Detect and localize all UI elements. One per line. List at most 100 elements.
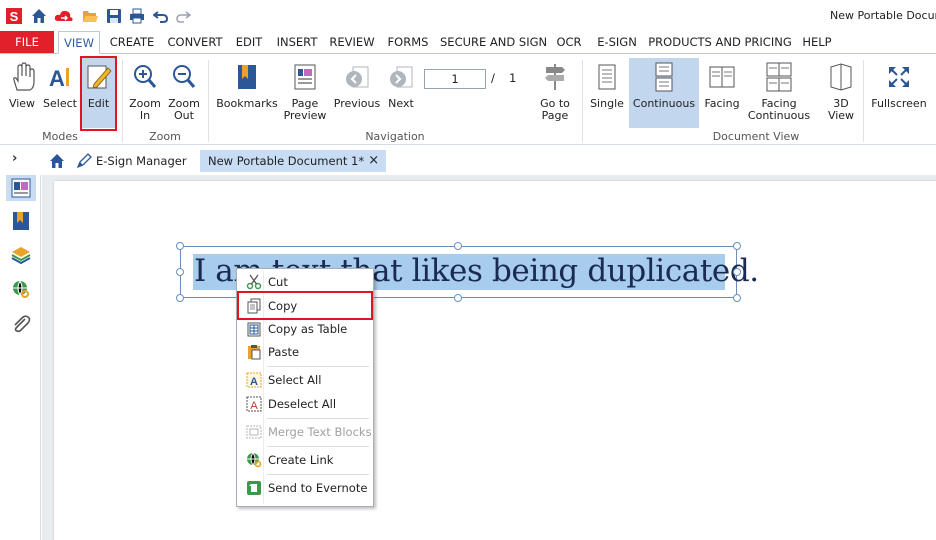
resize-handle[interactable] bbox=[733, 242, 741, 250]
menu-item-send-to-evernote-label: Send to Evernote bbox=[268, 481, 368, 495]
page-number-input[interactable]: 1 bbox=[424, 69, 486, 89]
menu-item-select-all-label: Select All bbox=[268, 373, 322, 387]
view-mode-label: View bbox=[8, 97, 36, 110]
menu-item-send-to-evernote[interactable]: Send to Evernote bbox=[238, 477, 372, 499]
go-to-page-button[interactable]: Go to Page bbox=[534, 58, 576, 128]
resize-handle[interactable] bbox=[733, 294, 741, 302]
bookmarks-panel-icon[interactable] bbox=[11, 211, 31, 231]
scissors-icon bbox=[246, 274, 262, 290]
sidebar-expand-toggle[interactable]: › bbox=[12, 151, 17, 166]
folder-open-icon[interactable] bbox=[82, 8, 98, 24]
page-preview-button[interactable]: Page Preview bbox=[283, 58, 327, 128]
home-tab-icon[interactable] bbox=[49, 153, 65, 169]
document-view-group-label: Document View bbox=[712, 130, 800, 143]
facing-view-button[interactable]: Facing bbox=[701, 58, 743, 128]
evernote-icon bbox=[247, 481, 261, 495]
bookmarks-icon bbox=[238, 65, 256, 89]
app-window: S New Portable Document FILE VIEW CREATE… bbox=[0, 0, 936, 540]
merge-blocks-icon bbox=[246, 425, 262, 439]
bookmarks-label: Bookmarks bbox=[216, 97, 278, 110]
page-preview-label: Page Preview bbox=[283, 97, 327, 122]
close-tab-icon[interactable]: × bbox=[368, 150, 379, 172]
continuous-view-button[interactable]: Continuous bbox=[629, 58, 699, 128]
tab-insert[interactable]: INSERT bbox=[273, 31, 321, 53]
redo-icon[interactable] bbox=[175, 8, 192, 24]
tab-secure-and-sign[interactable]: SECURE AND SIGN bbox=[440, 31, 547, 53]
ribbon-separator bbox=[863, 60, 864, 142]
tab-esign-manager-label: E-Sign Manager bbox=[96, 154, 187, 168]
bookmarks-button[interactable]: Bookmarks bbox=[215, 58, 279, 128]
fullscreen-button[interactable]: Fullscreen bbox=[868, 58, 930, 128]
tab-convert[interactable]: CONVERT bbox=[164, 31, 226, 53]
page-total: 1 bbox=[509, 71, 517, 85]
zoom-in-button[interactable]: Zoom In bbox=[127, 58, 163, 128]
menu-item-deselect-all[interactable]: A Deselect All bbox=[238, 393, 372, 415]
menu-item-merge-text-blocks[interactable]: Merge Text Blocks bbox=[238, 421, 372, 443]
tab-help[interactable]: HELP bbox=[800, 31, 834, 53]
tab-esign-manager[interactable]: E-Sign Manager bbox=[70, 150, 195, 172]
menu-separator bbox=[267, 474, 369, 475]
3d-view-icon bbox=[830, 63, 852, 91]
previous-page-button[interactable]: Previous bbox=[333, 58, 381, 128]
next-page-button[interactable]: Next bbox=[383, 58, 419, 128]
resize-handle[interactable] bbox=[454, 294, 462, 302]
save-icon[interactable] bbox=[106, 8, 122, 24]
select-mode-label: Select bbox=[43, 97, 77, 110]
resize-handle[interactable] bbox=[176, 294, 184, 302]
resize-handle[interactable] bbox=[176, 268, 184, 276]
tab-forms[interactable]: FORMS bbox=[384, 31, 432, 53]
facing-continuous-view-button[interactable]: Facing Continuous bbox=[746, 58, 812, 128]
edit-mode-button[interactable]: Edit bbox=[82, 58, 115, 128]
facing-continuous-icon bbox=[766, 62, 792, 92]
attachments-icon[interactable] bbox=[11, 313, 31, 333]
links-icon[interactable] bbox=[11, 279, 31, 299]
page-preview-icon bbox=[294, 64, 316, 90]
single-view-button[interactable]: Single bbox=[588, 58, 626, 128]
tab-review[interactable]: REVIEW bbox=[327, 31, 377, 53]
undo-icon[interactable] bbox=[152, 8, 169, 24]
select-all-icon: A bbox=[246, 372, 262, 388]
view-mode-button[interactable]: View bbox=[5, 58, 39, 128]
single-page-icon bbox=[598, 64, 616, 90]
tab-products-and-pricing[interactable]: PRODUCTS AND PRICING bbox=[648, 31, 792, 53]
zoom-out-button[interactable]: Zoom Out bbox=[166, 58, 202, 128]
select-mode-button[interactable]: A Select bbox=[43, 58, 77, 128]
document-page[interactable] bbox=[54, 181, 936, 540]
tab-file[interactable]: FILE bbox=[0, 31, 54, 53]
page-thumbnails-icon[interactable] bbox=[11, 178, 31, 198]
menu-item-paste[interactable]: Paste bbox=[238, 341, 372, 363]
menu-item-create-link[interactable]: Create Link bbox=[238, 449, 372, 471]
previous-icon bbox=[346, 66, 369, 88]
resize-handle[interactable] bbox=[454, 242, 462, 250]
resize-handle[interactable] bbox=[176, 242, 184, 250]
tab-ocr[interactable]: OCR bbox=[552, 31, 586, 53]
deselect-all-icon: A bbox=[246, 396, 262, 412]
resize-handle[interactable] bbox=[733, 268, 741, 276]
print-icon[interactable] bbox=[129, 8, 145, 24]
document-area bbox=[42, 175, 936, 540]
next-icon bbox=[390, 66, 413, 88]
3d-view-button[interactable]: 3D View bbox=[822, 58, 860, 128]
tab-create[interactable]: CREATE bbox=[106, 31, 158, 53]
layers-icon[interactable] bbox=[11, 245, 31, 265]
home-icon[interactable] bbox=[31, 8, 47, 24]
tab-document[interactable]: New Portable Document 1* × bbox=[200, 150, 387, 172]
tab-e-sign[interactable]: E-SIGN bbox=[594, 31, 640, 53]
menu-bar: FILE VIEW CREATE CONVERT EDIT INSERT REV… bbox=[0, 31, 936, 54]
3d-view-label: 3D View bbox=[827, 97, 855, 122]
tab-view[interactable]: VIEW bbox=[58, 31, 100, 54]
menu-item-cut[interactable]: Cut bbox=[238, 271, 372, 293]
menu-item-copy-as-table[interactable]: Copy as Table bbox=[238, 318, 372, 340]
menu-item-select-all[interactable]: A Select All bbox=[238, 369, 372, 391]
navigation-group-label: Navigation bbox=[365, 130, 425, 143]
select-text-icon: A bbox=[49, 66, 69, 91]
cloud-icon[interactable] bbox=[54, 8, 73, 24]
zoom-in-icon bbox=[134, 65, 157, 88]
tab-edit[interactable]: EDIT bbox=[232, 31, 266, 53]
facing-continuous-view-label: Facing Continuous bbox=[747, 97, 811, 122]
menu-item-copy[interactable]: Copy bbox=[238, 295, 372, 317]
app-logo-icon[interactable]: S bbox=[6, 8, 22, 24]
ribbon-separator bbox=[582, 60, 583, 142]
edit-mode-label: Edit bbox=[87, 97, 110, 110]
menu-item-create-link-label: Create Link bbox=[268, 453, 334, 467]
